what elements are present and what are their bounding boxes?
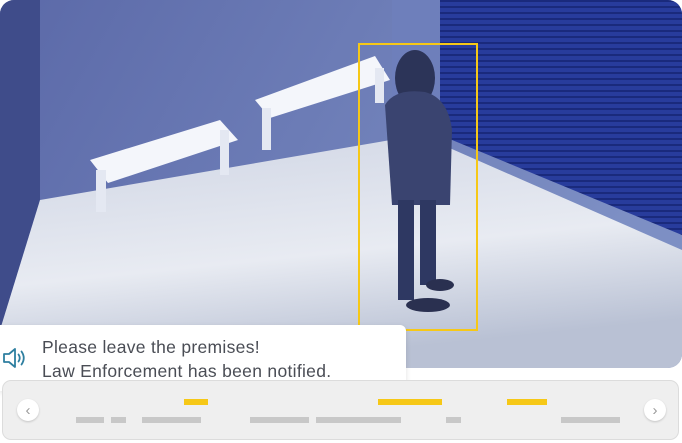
alert-message-line2: Law Enforcement has been notified. [42, 361, 332, 381]
timeline-segment[interactable] [561, 417, 620, 423]
timeline-segment[interactable] [316, 417, 401, 423]
person-detection-box [358, 43, 478, 331]
timeline-event-marker[interactable] [184, 399, 208, 405]
timeline-next-button[interactable]: › [644, 399, 666, 421]
event-timeline[interactable] [2, 380, 679, 440]
speaker-volume-icon [2, 346, 28, 370]
timeline-event-marker[interactable] [507, 399, 547, 405]
timeline-segment[interactable] [250, 417, 309, 423]
timeline-segment[interactable] [446, 417, 461, 423]
camera-feed [0, 0, 682, 368]
alert-message-line1: Please leave the premises! [42, 337, 260, 357]
timeline-segment[interactable] [76, 417, 104, 423]
chevron-right-icon: › [652, 401, 658, 419]
timeline-event-marker[interactable] [378, 399, 442, 405]
camera-feed-image [0, 0, 682, 368]
timeline-segment[interactable] [111, 417, 126, 423]
timeline-prev-button[interactable]: ‹ [17, 399, 39, 421]
timeline-segment[interactable] [142, 417, 201, 423]
chevron-left-icon: ‹ [25, 401, 31, 419]
